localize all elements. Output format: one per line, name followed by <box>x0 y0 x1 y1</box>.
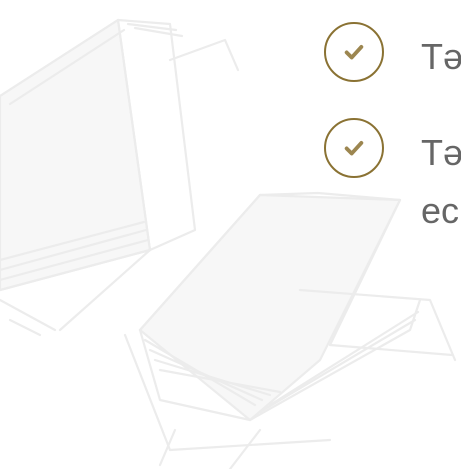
page: Tə Tə ec <box>0 0 461 469</box>
list-item-text-continued: ec <box>421 190 460 231</box>
check-icon <box>344 45 364 60</box>
list-item: Tə <box>324 20 461 86</box>
list-item-text: Tə <box>421 36 461 77</box>
check-badge <box>324 118 384 178</box>
list-item: Tə ec <box>324 116 461 231</box>
lower-book <box>123 191 457 469</box>
check-icon <box>344 141 364 156</box>
list-item-text: Tə <box>421 132 461 173</box>
check-badge <box>324 22 384 82</box>
